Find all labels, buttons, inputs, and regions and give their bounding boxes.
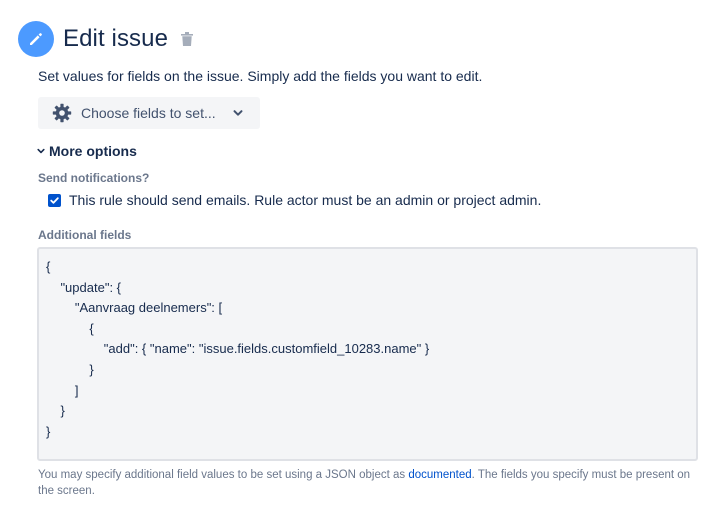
more-options-label: More options [49, 143, 137, 159]
choose-fields-dropdown[interactable]: Choose fields to set... [38, 97, 260, 129]
gear-icon [52, 103, 72, 123]
additional-fields-label: Additional fields [38, 228, 132, 242]
choose-fields-label: Choose fields to set... [81, 105, 216, 121]
additional-fields-json[interactable]: { "update": { "Aanvraag deelnemers": [ {… [46, 257, 689, 442]
additional-fields-editor[interactable]: { "update": { "Aanvraag deelnemers": [ {… [37, 247, 698, 461]
page-title: Edit issue [63, 25, 169, 52]
send-emails-checkbox[interactable] [48, 193, 61, 207]
help-text-before: You may specify additional field values … [38, 469, 409, 481]
chevron-down-icon [36, 146, 46, 156]
header: Edit issue [18, 21, 194, 57]
help-text: You may specify additional field values … [38, 467, 708, 499]
send-emails-checkbox-label: This rule should send emails. Rule actor… [69, 192, 542, 208]
more-options-toggle[interactable]: More options [36, 143, 137, 159]
documented-link[interactable]: documented [408, 469, 471, 481]
edit-issue-panel: Edit issue Set values for fields on the … [0, 0, 718, 510]
send-emails-option[interactable]: This rule should send emails. Rule actor… [48, 192, 541, 208]
trash-icon[interactable] [180, 31, 194, 47]
description-text: Set values for fields on the issue. Simp… [38, 68, 483, 84]
pencil-icon [18, 21, 54, 57]
send-notifications-label: Send notifications? [38, 171, 150, 185]
chevron-down-icon [232, 107, 244, 119]
